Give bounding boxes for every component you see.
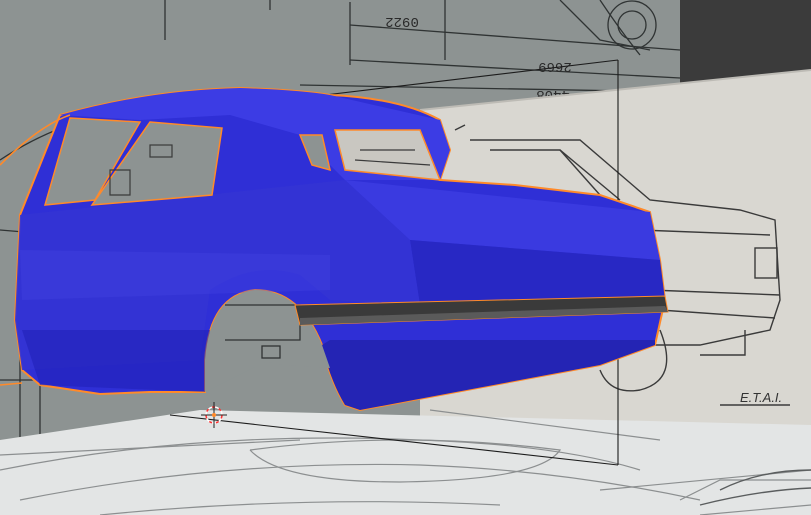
3d-viewport[interactable]: 0922 2669 4408 E.T.A.I. <box>0 0 811 515</box>
mesh-lower-side <box>22 330 210 392</box>
top-blueprint-plane <box>0 410 811 515</box>
object-origin-dot <box>212 413 216 417</box>
viewport-canvas[interactable]: 0922 2669 4408 E.T.A.I. <box>0 0 811 515</box>
dimension-label-top: 0922 <box>385 13 419 29</box>
blueprint-stamp: E.T.A.I. <box>740 390 782 405</box>
